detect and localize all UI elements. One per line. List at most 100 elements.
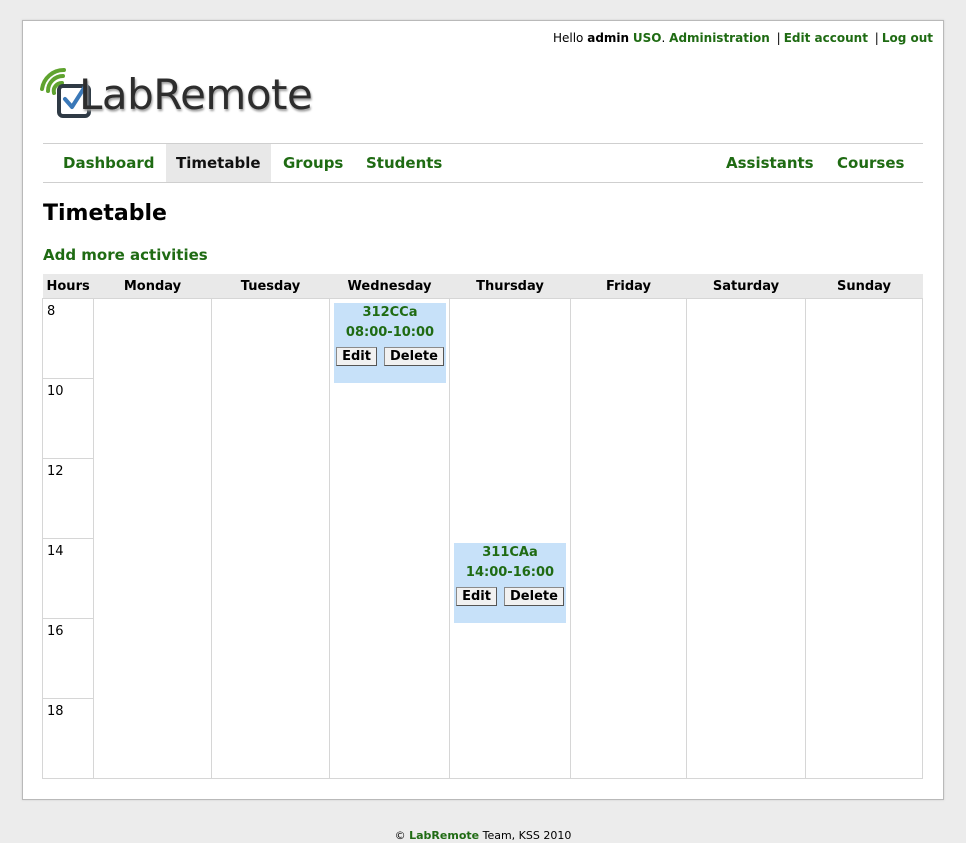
logout-link[interactable]: Log out	[882, 31, 933, 45]
day-cell	[93, 538, 212, 619]
header-row: Hours Monday Tuesday Wednesday Thursday …	[42, 274, 923, 299]
timetable: Hours Monday Tuesday Wednesday Thursday …	[42, 274, 923, 779]
day-cell	[805, 378, 923, 459]
day-cell	[329, 618, 450, 699]
day-cell	[449, 378, 571, 459]
page-title: Timetable	[43, 201, 167, 226]
day-cell	[805, 698, 923, 779]
hour-row: 16	[42, 618, 923, 699]
day-cell	[686, 378, 806, 459]
day-cell	[211, 538, 330, 619]
hour-row: 8 312CCa 08:00-10:00 Edit Delete	[42, 298, 923, 383]
day-cell: 311CAa 14:00-16:00 Edit Delete	[449, 538, 571, 623]
separator: |	[776, 31, 781, 45]
day-cell	[449, 618, 571, 699]
nav-timetable[interactable]: Timetable	[166, 144, 271, 182]
activity-block: 312CCa 08:00-10:00 Edit Delete	[334, 303, 446, 383]
footer: © LabRemote Team, KSS 2010	[0, 829, 966, 842]
day-cell	[329, 538, 450, 619]
day-cell	[805, 618, 923, 699]
day-cell	[329, 378, 450, 459]
logo[interactable]: LabRemote	[39, 67, 339, 123]
activity-time: 08:00-10:00	[345, 325, 435, 340]
hour-label: 16	[42, 618, 94, 699]
course-link[interactable]: USO	[633, 31, 662, 45]
page-container: Hello admin USO. Administration | Edit ac…	[22, 20, 944, 800]
day-cell	[211, 618, 330, 699]
hour-label: 14	[42, 538, 94, 619]
delete-activity-button[interactable]: Delete	[504, 586, 564, 606]
day-cell	[93, 298, 212, 379]
column-header-friday: Friday	[570, 274, 687, 299]
day-cell	[686, 298, 806, 379]
nav-students[interactable]: Students	[356, 144, 452, 182]
day-cell	[570, 378, 687, 459]
activity-name: 312CCa	[362, 305, 418, 320]
column-header-saturday: Saturday	[686, 274, 806, 299]
hour-label: 18	[42, 698, 94, 779]
nav-courses[interactable]: Courses	[827, 144, 914, 182]
add-activities-link[interactable]: Add more activities	[43, 246, 208, 264]
separator: |	[874, 31, 879, 45]
activity-time: 14:00-16:00	[465, 564, 555, 580]
day-cell	[686, 538, 806, 619]
administration-link[interactable]: Administration	[669, 31, 770, 45]
day-cell	[449, 458, 571, 539]
delete-activity-button[interactable]: Delete	[384, 347, 444, 366]
column-header-thursday: Thursday	[449, 274, 571, 299]
day-cell	[211, 378, 330, 459]
user-bar: Hello admin USO. Administration | Edit ac…	[553, 31, 933, 45]
edit-activity-button[interactable]: Edit	[456, 586, 497, 606]
logo-text: LabRemote	[79, 70, 313, 119]
column-header-hours: Hours	[42, 274, 94, 299]
nav-assistants[interactable]: Assistants	[716, 144, 824, 182]
column-header-tuesday: Tuesday	[211, 274, 330, 299]
nav-dashboard[interactable]: Dashboard	[53, 144, 164, 182]
day-cell	[329, 698, 450, 779]
day-cell	[570, 298, 687, 379]
activity-name: 311CAa	[482, 544, 538, 560]
hour-row: 10	[42, 378, 923, 459]
hour-row: 14 311CAa 14:00-16:00 Edit Delete	[42, 538, 923, 623]
main-nav: Dashboard Timetable Groups Students Assi…	[43, 143, 923, 183]
day-cell	[93, 458, 212, 539]
day-cell	[686, 618, 806, 699]
day-cell	[449, 298, 571, 379]
day-cell	[805, 298, 923, 379]
course-suffix: .	[661, 31, 666, 45]
day-cell	[329, 458, 450, 539]
copyright-symbol: ©	[394, 829, 406, 842]
day-cell	[805, 538, 923, 619]
column-header-sunday: Sunday	[805, 274, 923, 299]
column-header-monday: Monday	[93, 274, 212, 299]
username: admin	[587, 31, 630, 45]
edit-activity-button[interactable]: Edit	[336, 347, 377, 366]
day-cell	[93, 698, 212, 779]
day-cell	[686, 458, 806, 539]
day-cell: 312CCa 08:00-10:00 Edit Delete	[329, 298, 450, 383]
day-cell	[93, 378, 212, 459]
day-cell	[805, 458, 923, 539]
footer-brand-link[interactable]: LabRemote	[409, 829, 479, 842]
hour-row: 12	[42, 458, 923, 539]
day-cell	[211, 298, 330, 379]
day-cell	[93, 618, 212, 699]
column-header-wednesday: Wednesday	[329, 274, 450, 299]
hour-label: 12	[42, 458, 94, 539]
greeting-text: Hello	[552, 31, 584, 45]
day-cell	[570, 538, 687, 619]
day-cell	[449, 698, 571, 779]
activity-block: 311CAa 14:00-16:00 Edit Delete	[454, 542, 566, 623]
day-cell	[211, 458, 330, 539]
hour-label: 10	[42, 378, 94, 459]
hour-row: 18	[42, 698, 923, 779]
day-cell	[211, 698, 330, 779]
day-cell	[570, 458, 687, 539]
hour-label: 8	[42, 298, 94, 379]
day-cell	[570, 618, 687, 699]
footer-text: Team, KSS 2010	[482, 829, 572, 842]
nav-groups[interactable]: Groups	[273, 144, 353, 182]
edit-account-link[interactable]: Edit account	[784, 31, 868, 45]
day-cell	[570, 698, 687, 779]
day-cell	[686, 698, 806, 779]
